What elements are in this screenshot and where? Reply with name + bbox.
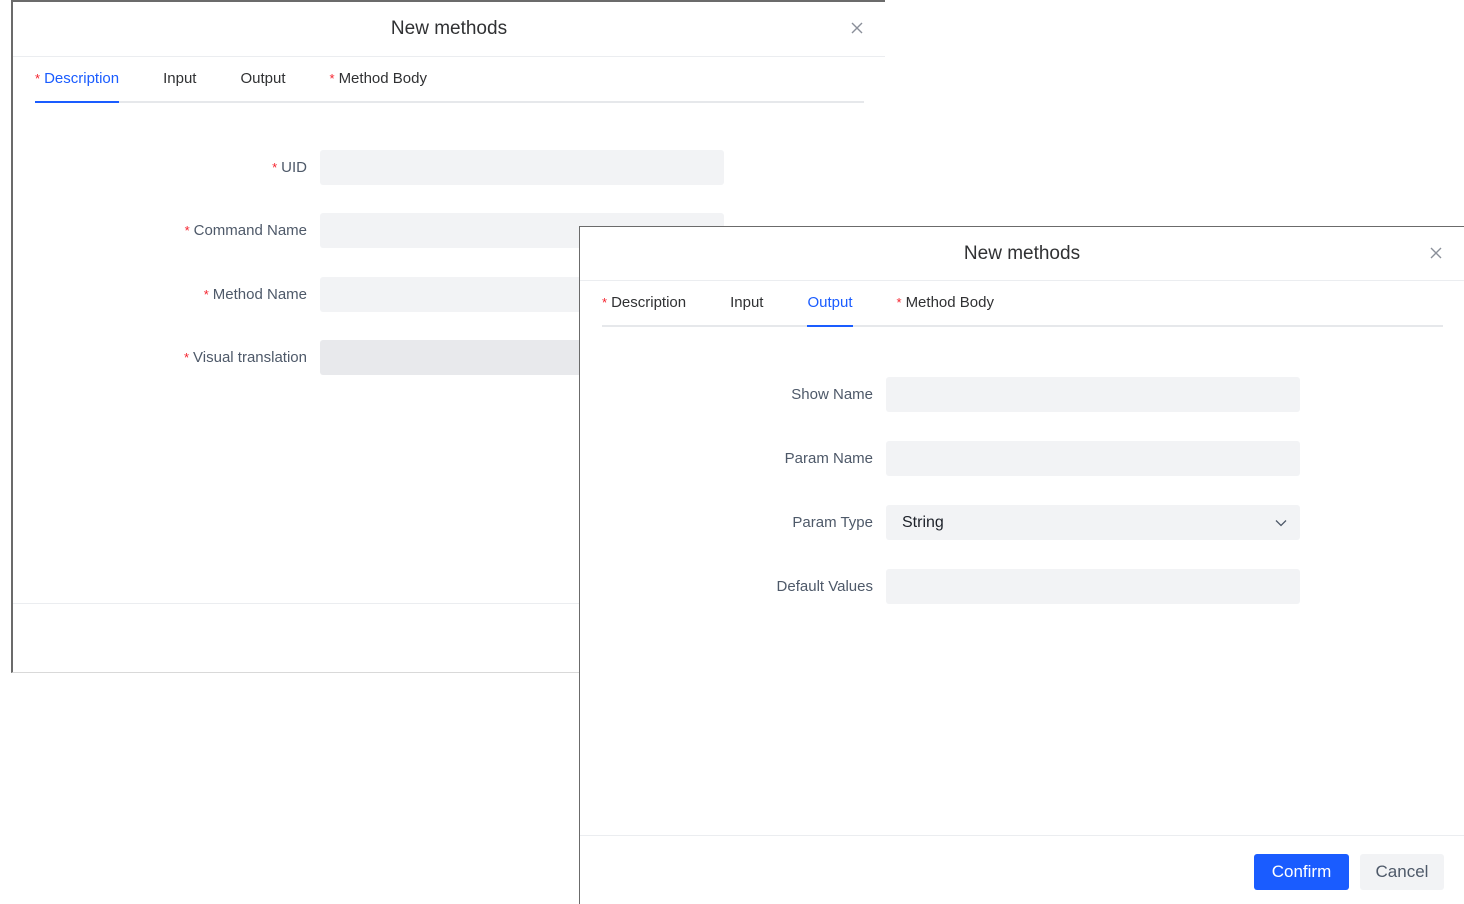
- required-mark: *: [183, 350, 190, 365]
- uid-input[interactable]: [320, 150, 724, 185]
- tab-label: Output: [807, 294, 853, 311]
- tab-label: Method Body: [905, 294, 994, 311]
- form-row-param-name: Param Name: [580, 441, 1300, 476]
- tab-bar: * Description Input Output * Method Body: [602, 281, 1443, 327]
- tab-label: Input: [163, 70, 197, 87]
- tab-label: Description: [611, 294, 687, 311]
- tab-method-body[interactable]: * Method Body: [897, 281, 994, 325]
- tab-label: Input: [730, 294, 764, 311]
- required-mark: *: [184, 223, 190, 238]
- uid-label-text: UID: [281, 159, 307, 176]
- tab-output[interactable]: Output: [240, 57, 285, 101]
- show-name-label: Show Name: [791, 386, 873, 403]
- form-row-uid: * UID: [13, 150, 724, 185]
- visual-translation-label: * Visual translation: [13, 349, 320, 366]
- param-name-label: Param Name: [784, 450, 873, 467]
- screen: New methods * Description Input Output * M…: [0, 0, 1464, 904]
- dialog-title: New methods: [390, 18, 508, 39]
- required-mark: *: [329, 71, 335, 86]
- close-icon[interactable]: [1428, 245, 1444, 261]
- chevron-down-icon: [1275, 520, 1287, 527]
- required-mark: *: [35, 71, 41, 86]
- tab-method-body[interactable]: * Method Body: [330, 57, 427, 101]
- dialog-header: New methods: [13, 2, 885, 57]
- required-mark: *: [272, 160, 278, 175]
- tab-input[interactable]: Input: [163, 57, 196, 101]
- form-row-show-name: Show Name: [580, 377, 1300, 412]
- param-type-select[interactable]: String: [886, 505, 1300, 540]
- tab-description[interactable]: * Description: [35, 57, 120, 103]
- default-values-label: Default Values: [776, 578, 873, 595]
- tab-input[interactable]: Input: [730, 281, 763, 325]
- default-values-input[interactable]: [886, 569, 1300, 604]
- new-methods-dialog-output: New methods * Description Input Output * M…: [579, 226, 1464, 904]
- method-name-label-text: Method Name: [212, 286, 307, 303]
- form-row-default-values: Default Values: [580, 569, 1300, 604]
- param-type-value: String: [902, 514, 944, 531]
- tab-label: Method Body: [338, 70, 427, 87]
- show-name-input[interactable]: [886, 377, 1300, 412]
- required-mark: *: [896, 295, 902, 310]
- tab-label: Output: [240, 70, 286, 87]
- param-type-label: Param Type: [792, 514, 873, 531]
- tab-label: Description: [44, 70, 120, 87]
- method-name-label: * Method Name: [13, 286, 320, 303]
- tab-bar: * Description Input Output * Method Body: [35, 57, 864, 103]
- uid-label: * UID: [13, 159, 320, 176]
- close-icon[interactable]: [849, 20, 865, 36]
- param-name-input[interactable]: [886, 441, 1300, 476]
- tab-output[interactable]: Output: [807, 281, 853, 327]
- required-mark: *: [602, 295, 608, 310]
- dialog-header: New methods: [580, 227, 1464, 281]
- required-mark: *: [203, 287, 209, 302]
- command-name-label: * Command Name: [13, 222, 320, 239]
- visual-translation-label-text: Visual translation: [193, 349, 307, 366]
- form-row-param-type: Param Type String: [580, 505, 1300, 540]
- dialog-footer: Confirm Cancel: [580, 835, 1464, 904]
- tab-description[interactable]: * Description: [602, 281, 686, 325]
- dialog-title: New methods: [963, 243, 1081, 264]
- confirm-button[interactable]: Confirm: [1254, 854, 1349, 890]
- cancel-button[interactable]: Cancel: [1360, 854, 1444, 890]
- command-name-label-text: Command Name: [193, 222, 307, 239]
